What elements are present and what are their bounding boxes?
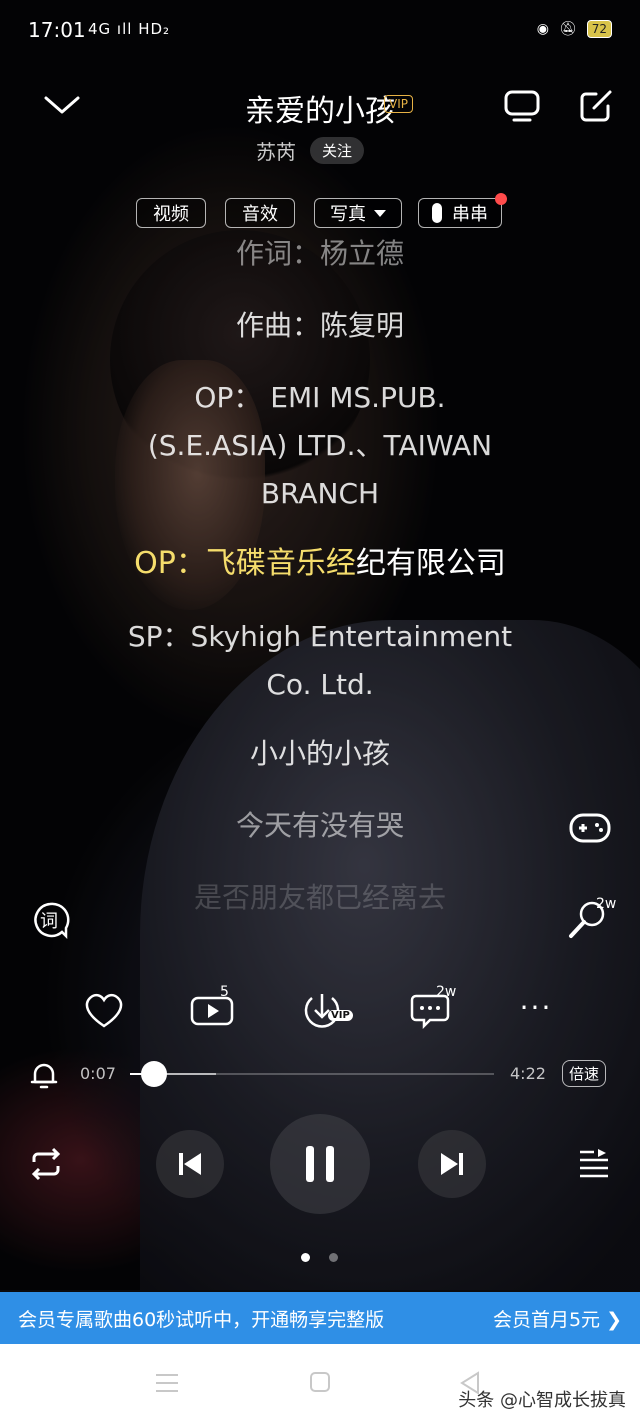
lyric-line[interactable]: OP： EMI MS.PUB. (S.E.ASIA) LTD.、TAIWAN B… xyxy=(0,374,640,518)
heart-icon[interactable] xyxy=(80,988,128,1032)
previous-button[interactable] xyxy=(156,1130,224,1198)
lyric-line[interactable]: 小小的小孩 xyxy=(0,730,640,778)
comment-count: 2w xyxy=(436,984,457,1000)
page-indicator[interactable] xyxy=(329,1253,338,1262)
speed-button[interactable]: 倍速 xyxy=(562,1060,607,1087)
lyric-line[interactable]: 今天有没有哭 xyxy=(0,802,640,850)
banner-cta[interactable]: 会员首月5元 ❯ xyxy=(493,1305,622,1332)
song-title: 亲爱的小孩 xyxy=(245,94,395,129)
lyric-sung-part: OP：飞碟音乐经 xyxy=(134,546,356,581)
pause-button[interactable] xyxy=(270,1114,370,1214)
lyric-line-part: Co. Ltd. xyxy=(266,668,374,701)
progress-bar[interactable] xyxy=(130,1061,494,1087)
caret-down-icon xyxy=(374,209,386,217)
gamepad-icon[interactable] xyxy=(568,808,612,848)
battery-indicator: 72 xyxy=(586,20,612,38)
share-icon[interactable] xyxy=(578,88,614,124)
chip-label: 音效 xyxy=(242,204,278,225)
sound-effect-chip[interactable]: 音效 xyxy=(225,198,295,228)
karaoke-button[interactable]: 2w xyxy=(566,896,626,944)
previous-icon xyxy=(179,1153,201,1175)
vip-banner[interactable]: 会员专属歌曲60秒试听中，开通畅享完整版 会员首月5元 ❯ xyxy=(0,1292,640,1344)
share-count: 5 xyxy=(220,984,229,1000)
video-chip[interactable]: 视频 xyxy=(136,198,206,228)
chip-label: 写真 xyxy=(330,204,366,225)
pill-icon xyxy=(432,203,442,223)
lyric-line-part: BRANCH xyxy=(260,477,380,510)
vip-badge: VIP xyxy=(384,95,413,113)
bell-icon[interactable] xyxy=(30,1060,58,1090)
status-time: 17:01 xyxy=(28,18,86,42)
lyric-line-part: (S.E.ASIA) LTD.、TAIWAN xyxy=(147,429,493,462)
artist-name[interactable]: 苏芮 xyxy=(256,136,296,165)
comment-button[interactable]: 2w xyxy=(406,984,456,1032)
photo-chip[interactable]: 写真 xyxy=(314,198,402,228)
artist-row: 苏芮 关注 xyxy=(0,136,640,165)
current-time: 0:07 xyxy=(80,1064,116,1083)
lyric-line-part: OP： EMI MS.PUB. xyxy=(194,381,446,414)
lyric-line[interactable]: 作曲：陈复明 xyxy=(0,302,640,350)
watermark: 头条 @心智成长拔真 xyxy=(458,1390,626,1411)
lyrics-button[interactable]: 词 xyxy=(30,900,70,940)
download-button[interactable]: VIP xyxy=(298,988,358,1032)
chip-label: 串串 xyxy=(452,204,488,225)
banner-text: 会员专属歌曲60秒试听中，开通畅享完整版 xyxy=(18,1308,385,1331)
lyric-line[interactable]: 作词：杨立德 xyxy=(0,230,640,278)
next-button[interactable] xyxy=(418,1130,486,1198)
status-icons: ◉ 🔕︎ 72 xyxy=(537,20,612,38)
progress-knob[interactable] xyxy=(140,1061,167,1087)
chip-label: 视频 xyxy=(153,204,189,225)
share-play-button[interactable]: 5 xyxy=(188,984,236,1032)
pause-icon xyxy=(306,1146,334,1182)
lyric-line-part: SP：Skyhigh Entertainment xyxy=(127,620,513,653)
total-time: 4:22 xyxy=(510,1064,546,1083)
mute-icon: 🔕︎ xyxy=(558,21,577,37)
lyric-line[interactable]: SP：Skyhigh Entertainment Co. Ltd. xyxy=(0,613,640,709)
home-icon[interactable] xyxy=(308,1370,332,1394)
notification-dot xyxy=(495,193,507,205)
record-icon: ◉ xyxy=(536,21,549,37)
follow-button[interactable]: 关注 xyxy=(309,137,364,164)
status-network: 4G ıll HD₂ xyxy=(88,20,171,38)
chuanchuan-chip[interactable]: 串串 xyxy=(418,193,507,228)
vip-download-badge: VIP xyxy=(328,1010,353,1021)
more-icon[interactable]: ··· xyxy=(512,988,560,1032)
next-icon xyxy=(441,1153,463,1175)
playlist-icon[interactable] xyxy=(576,1148,612,1180)
page-indicator-active xyxy=(301,1253,310,1262)
lyrics-button-label: 词 xyxy=(40,911,58,932)
repeat-icon[interactable] xyxy=(26,1144,66,1184)
menu-icon[interactable] xyxy=(154,1372,180,1394)
lyric-line[interactable]: 是否朋友都已经离去 xyxy=(0,874,640,922)
lyric-unsung-part: 纪有限公司 xyxy=(355,546,506,581)
karaoke-count: 2w xyxy=(596,896,617,912)
cast-tv-icon[interactable] xyxy=(502,88,542,124)
current-lyric-line[interactable]: OP：飞碟音乐经纪有限公司 xyxy=(0,540,640,588)
